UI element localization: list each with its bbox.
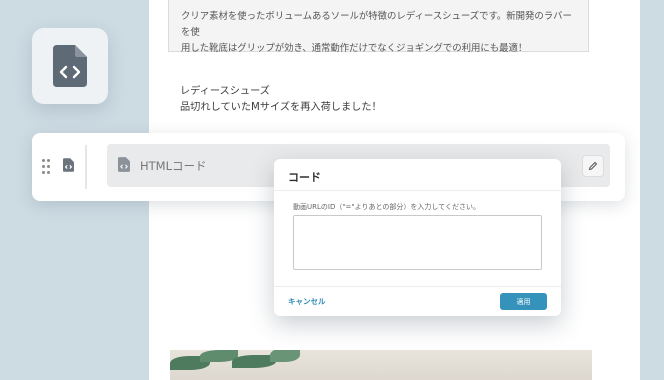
cancel-button[interactable]: キャンセル: [288, 296, 326, 307]
block-divider: [85, 145, 87, 189]
apply-button[interactable]: 適用: [500, 293, 547, 310]
pencil-icon: [588, 161, 598, 171]
video-id-textarea[interactable]: [293, 215, 542, 270]
modal-divider: [274, 190, 561, 191]
html-code-label: HTMLコード: [140, 159, 207, 173]
notice-text: レディースシューズ 品切れしていたMサイズを再入荷しました！: [180, 84, 382, 116]
product-description: クリア素材を使ったボリュームあるソールが特徴のレディースシューズです。新開発のラ…: [168, 0, 589, 54]
product-image: [170, 350, 592, 380]
edit-button[interactable]: [582, 155, 604, 177]
code-modal: コード 動画URLのID（"="よりあとの部分）を入力してください。 キャンセル…: [274, 159, 561, 316]
code-file-icon: [118, 157, 130, 172]
code-file-icon: [53, 45, 87, 87]
drag-handle-icon[interactable]: [42, 159, 52, 175]
modal-prompt: 動画URLのID（"="よりあとの部分）を入力してください。: [293, 203, 481, 211]
notice-line-2: 品切れしていたMサイズを再入荷しました！: [180, 102, 382, 113]
code-file-icon: [63, 158, 74, 172]
notice-line-1: レディースシューズ: [180, 86, 270, 97]
modal-divider: [274, 286, 561, 287]
description-line-2: 用した靴底はグリップが効き、通常動作だけでなくジョギングでの利用にも最適！: [181, 43, 528, 54]
modal-title: コード: [288, 171, 321, 184]
description-line-1: クリア素材を使ったボリュームあるソールが特徴のレディースシューズです。新開発のラ…: [181, 11, 572, 38]
code-file-tile: [32, 28, 108, 104]
